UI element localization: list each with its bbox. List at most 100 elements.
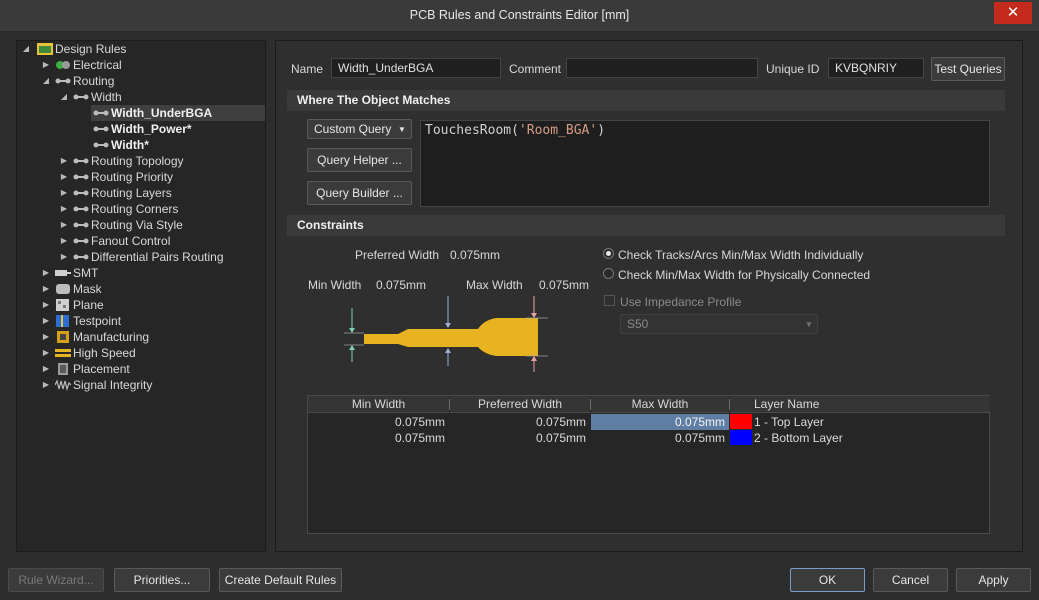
title-bar: PCB Rules and Constraints Editor [mm] ✕ bbox=[0, 0, 1039, 32]
max-width-value[interactable]: 0.075mm bbox=[539, 278, 589, 292]
arrow-head bbox=[445, 348, 451, 353]
close-button[interactable]: ✕ bbox=[994, 2, 1032, 24]
radio-check-individually-label[interactable]: Check Tracks/Arcs Min/Max Width Individu… bbox=[618, 248, 863, 262]
grid-header-max-width[interactable]: Max Width bbox=[591, 396, 729, 413]
preferred-width-value[interactable]: 0.075mm bbox=[450, 248, 500, 262]
routing-icon bbox=[73, 206, 89, 212]
expand-arrow-icon[interactable]: ▶ bbox=[59, 185, 69, 201]
grid-header-preferred-width[interactable]: Preferred Width bbox=[450, 396, 590, 413]
tree-item-fanout-control[interactable]: ▶ Fanout Control bbox=[59, 233, 259, 249]
tree-item-width-power[interactable]: Width_Power* bbox=[91, 121, 265, 137]
tree-item-routing-via-style[interactable]: ▶ Routing Via Style bbox=[59, 217, 259, 233]
test-queries-button[interactable]: Test Queries bbox=[931, 57, 1005, 81]
routing-icon bbox=[55, 78, 71, 84]
query-builder-button[interactable]: Query Builder ... bbox=[307, 181, 412, 205]
expand-arrow-icon[interactable]: ▶ bbox=[59, 233, 69, 249]
tree-label: Routing Via Style bbox=[91, 218, 183, 232]
name-field[interactable] bbox=[331, 58, 501, 78]
collapse-arrow-icon[interactable]: ◢ bbox=[21, 41, 31, 57]
query-editor[interactable]: TouchesRoom('Room_BGA') bbox=[420, 120, 990, 207]
grid-cell-min-width[interactable]: 0.075mm bbox=[308, 414, 449, 430]
query-type-dropdown[interactable]: Custom Query ▼ bbox=[307, 119, 412, 139]
tree-item-width-underbga[interactable]: Width_UnderBGA bbox=[91, 105, 265, 121]
layer-width-grid: Min Width Preferred Width Max Width Laye… bbox=[307, 395, 990, 534]
tree-item-signal-integrity[interactable]: ▶ Signal Integrity bbox=[41, 377, 261, 393]
radio-check-physically-connected[interactable] bbox=[603, 268, 614, 279]
mask-icon bbox=[56, 284, 70, 294]
grid-cell-max-width-selected[interactable]: 0.075mm bbox=[591, 414, 729, 430]
comment-field[interactable] bbox=[566, 58, 758, 78]
tree-item-routing-corners[interactable]: ▶ Routing Corners bbox=[59, 201, 259, 217]
expand-arrow-icon[interactable]: ▶ bbox=[41, 377, 51, 393]
grid-header-min-width[interactable]: Min Width bbox=[308, 396, 449, 413]
query-helper-button[interactable]: Query Helper ... bbox=[307, 148, 412, 172]
tree-item-plane[interactable]: ▶ Plane bbox=[41, 297, 261, 313]
tree-item-design-rules[interactable]: ◢ Design Rules bbox=[21, 41, 261, 57]
tree-item-width-star[interactable]: Width* bbox=[91, 137, 265, 153]
unique-id-field[interactable] bbox=[828, 58, 924, 78]
arrow-head bbox=[531, 313, 537, 318]
tree-item-routing[interactable]: ◢ Routing bbox=[41, 73, 261, 89]
min-width-value[interactable]: 0.075mm bbox=[376, 278, 426, 292]
expand-arrow-icon[interactable]: ▶ bbox=[41, 361, 51, 377]
expand-arrow-icon[interactable]: ▶ bbox=[59, 153, 69, 169]
unique-id-label: Unique ID bbox=[766, 62, 820, 76]
expand-arrow-icon[interactable]: ▶ bbox=[59, 217, 69, 233]
grid-cell-min-width[interactable]: 0.075mm bbox=[308, 430, 449, 446]
expand-arrow-icon[interactable]: ▶ bbox=[59, 201, 69, 217]
impedance-profile-dropdown[interactable]: S50 ▼ bbox=[620, 314, 818, 334]
expand-arrow-icon[interactable]: ▶ bbox=[59, 249, 69, 265]
tree-label: Electrical bbox=[73, 58, 122, 72]
tree-item-routing-topology[interactable]: ▶ Routing Topology bbox=[59, 153, 259, 169]
comment-label: Comment bbox=[509, 62, 562, 76]
tree-item-electrical[interactable]: ▶ Electrical bbox=[41, 57, 261, 73]
width-rule-icon bbox=[93, 142, 109, 148]
design-rules-icon bbox=[37, 43, 53, 55]
expand-arrow-icon[interactable]: ▶ bbox=[41, 345, 51, 361]
tree-label: Routing Corners bbox=[91, 202, 179, 216]
ok-button[interactable]: OK bbox=[790, 568, 865, 592]
tree-item-testpoint[interactable]: ▶ Testpoint bbox=[41, 313, 261, 329]
tree-label: Width_UnderBGA bbox=[111, 106, 213, 120]
tree-item-mask[interactable]: ▶ Mask bbox=[41, 281, 261, 297]
cancel-button[interactable]: Cancel bbox=[873, 568, 948, 592]
tree-label: Width_Power* bbox=[111, 122, 192, 136]
routing-icon bbox=[73, 158, 89, 164]
grid-cell-layer-name[interactable]: 1 - Top Layer bbox=[754, 414, 824, 430]
expand-arrow-icon[interactable]: ▶ bbox=[41, 57, 51, 73]
expand-arrow-icon[interactable]: ▶ bbox=[41, 297, 51, 313]
tree-item-manufacturing[interactable]: ▶ Manufacturing bbox=[41, 329, 261, 345]
expand-arrow-icon[interactable]: ▶ bbox=[41, 281, 51, 297]
grid-cell-preferred-width[interactable]: 0.075mm bbox=[450, 414, 590, 430]
tree-item-diff-pairs-routing[interactable]: ▶ Differential Pairs Routing bbox=[59, 249, 263, 265]
rule-wizard-button[interactable]: Rule Wizard... bbox=[8, 568, 104, 592]
grid-cell-layer-name[interactable]: 2 - Bottom Layer bbox=[754, 430, 843, 446]
grid-cell-max-width[interactable]: 0.075mm bbox=[591, 430, 729, 446]
tree-item-placement[interactable]: ▶ Placement bbox=[41, 361, 261, 377]
expand-arrow-icon[interactable]: ▶ bbox=[41, 313, 51, 329]
tree-item-routing-priority[interactable]: ▶ Routing Priority bbox=[59, 169, 259, 185]
layer-color-swatch bbox=[730, 430, 752, 445]
chevron-down-icon: ▼ bbox=[805, 320, 813, 329]
expand-arrow-icon[interactable]: ▶ bbox=[41, 329, 51, 345]
tree-label: Plane bbox=[73, 298, 104, 312]
priorities-button[interactable]: Priorities... bbox=[114, 568, 210, 592]
expand-arrow-icon[interactable]: ▶ bbox=[41, 265, 51, 281]
create-default-rules-button[interactable]: Create Default Rules bbox=[219, 568, 342, 592]
tree-item-high-speed[interactable]: ▶ High Speed bbox=[41, 345, 261, 361]
collapse-arrow-icon[interactable]: ◢ bbox=[41, 73, 51, 89]
grid-cell-preferred-width[interactable]: 0.075mm bbox=[450, 430, 590, 446]
tree-item-smt[interactable]: ▶ SMT bbox=[41, 265, 261, 281]
tree-item-width[interactable]: ◢ Width bbox=[59, 89, 259, 105]
use-impedance-checkbox[interactable] bbox=[604, 295, 615, 306]
apply-button[interactable]: Apply bbox=[956, 568, 1031, 592]
tree-item-routing-layers[interactable]: ▶ Routing Layers bbox=[59, 185, 259, 201]
use-impedance-label[interactable]: Use Impedance Profile bbox=[620, 295, 741, 309]
placement-icon bbox=[58, 363, 68, 375]
radio-check-individually[interactable] bbox=[603, 248, 614, 259]
routing-icon bbox=[73, 190, 89, 196]
grid-header-layer-name[interactable]: Layer Name bbox=[752, 396, 990, 413]
expand-arrow-icon[interactable]: ▶ bbox=[59, 169, 69, 185]
radio-check-physically-label[interactable]: Check Min/Max Width for Physically Conne… bbox=[618, 268, 870, 282]
collapse-arrow-icon[interactable]: ◢ bbox=[59, 89, 69, 105]
